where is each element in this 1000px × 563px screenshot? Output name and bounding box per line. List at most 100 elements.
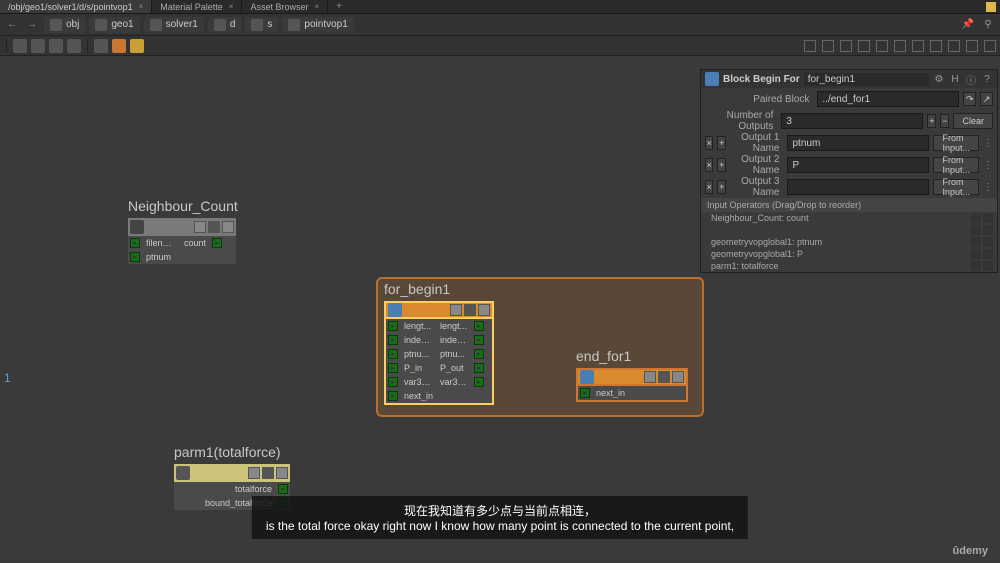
add-button[interactable]: +: [717, 180, 725, 194]
view-list-icon[interactable]: [13, 39, 27, 53]
increase-button[interactable]: +: [927, 114, 936, 128]
find-icon[interactable]: ⚲: [980, 17, 996, 33]
view-grid-icon[interactable]: [67, 39, 81, 53]
tab-pointvop[interactable]: /obj/geo1/solver1/d/s/pointvop1×: [0, 0, 152, 13]
close-icon[interactable]: ×: [229, 2, 234, 11]
tool-g-icon[interactable]: [912, 40, 924, 52]
clear-button[interactable]: Clear: [953, 113, 993, 129]
output-port[interactable]: [474, 349, 484, 359]
output-port[interactable]: [474, 377, 484, 387]
display-icon[interactable]: [112, 39, 126, 53]
breadcrumb-s[interactable]: s: [245, 17, 278, 33]
add-button[interactable]: +: [717, 136, 725, 150]
input-port[interactable]: [388, 335, 398, 345]
close-icon[interactable]: ×: [315, 2, 320, 11]
gear-icon[interactable]: ⚙: [933, 73, 945, 85]
tool-e-icon[interactable]: [876, 40, 888, 52]
search-icon[interactable]: [984, 40, 996, 52]
num-outputs-input[interactable]: [781, 113, 923, 129]
eye-icon[interactable]: [971, 213, 981, 223]
view-network-icon[interactable]: [49, 39, 63, 53]
eye-icon[interactable]: [971, 249, 981, 259]
handle-icon[interactable]: ⋮: [983, 179, 993, 195]
nav-back-icon[interactable]: ←: [4, 17, 20, 33]
output-port[interactable]: [278, 484, 288, 494]
eye-icon[interactable]: [971, 237, 981, 247]
io-list-item[interactable]: parm1: totalforce: [701, 260, 997, 272]
input-port[interactable]: [388, 321, 398, 331]
close-icon[interactable]: ×: [139, 2, 144, 11]
remove-button[interactable]: ×: [705, 180, 713, 194]
output-port[interactable]: [474, 335, 484, 345]
from-input-button[interactable]: From Input...: [933, 135, 979, 151]
io-list-item[interactable]: [701, 224, 997, 236]
input-port[interactable]: [130, 238, 140, 248]
io-list-item[interactable]: Neighbour_Count: count: [701, 212, 997, 224]
link-icon[interactable]: ↷: [963, 92, 976, 106]
paired-block-input[interactable]: [817, 91, 959, 107]
node-flag[interactable]: [644, 371, 656, 383]
node-flag[interactable]: [276, 467, 288, 479]
io-list-item[interactable]: geometryvopglobal1: P: [701, 248, 997, 260]
io-list-item[interactable]: geometryvopglobal1: ptnum: [701, 236, 997, 248]
tool-d-icon[interactable]: [858, 40, 870, 52]
input-port[interactable]: [388, 391, 398, 401]
node-flag[interactable]: [208, 221, 220, 233]
tool-a-icon[interactable]: [804, 40, 816, 52]
remove-button[interactable]: ×: [705, 158, 713, 172]
node-flag[interactable]: [194, 221, 206, 233]
handle-icon[interactable]: ⋮: [983, 157, 993, 173]
node-flag[interactable]: [248, 467, 260, 479]
breadcrumb-d[interactable]: d: [208, 17, 242, 33]
breadcrumb-solver1[interactable]: solver1: [144, 17, 204, 33]
input-port[interactable]: [130, 252, 140, 262]
decrease-button[interactable]: −: [940, 114, 949, 128]
input-port[interactable]: [388, 349, 398, 359]
x-icon[interactable]: [983, 261, 993, 271]
output2-input[interactable]: [787, 157, 929, 173]
output-port[interactable]: [474, 321, 484, 331]
tab-asset[interactable]: Asset Browser×: [242, 0, 328, 13]
remove-button[interactable]: ×: [705, 136, 713, 150]
node-neighbour-count[interactable]: Neighbour_Count filena...count ptnum: [128, 198, 238, 264]
pin-icon[interactable]: 📌: [960, 17, 976, 33]
node-flag[interactable]: [658, 371, 670, 383]
eye-icon[interactable]: [971, 261, 981, 271]
tool-i-icon[interactable]: [948, 40, 960, 52]
tool-c-icon[interactable]: [840, 40, 852, 52]
tool-j-icon[interactable]: [966, 40, 978, 52]
houdini-icon[interactable]: H: [949, 73, 961, 85]
from-input-button[interactable]: From Input...: [933, 157, 979, 173]
x-icon[interactable]: [983, 249, 993, 259]
tool-h-icon[interactable]: [930, 40, 942, 52]
node-flag[interactable]: [222, 221, 234, 233]
tool-f-icon[interactable]: [894, 40, 906, 52]
input-port[interactable]: [388, 363, 398, 373]
panel-node-name[interactable]: for_begin1: [804, 73, 929, 86]
template-icon[interactable]: [130, 39, 144, 53]
node-end-for[interactable]: end_for1 next_in: [576, 348, 688, 402]
node-for-begin[interactable]: for_begin1 lengt...lengt... index...inde…: [384, 281, 494, 405]
tab-material[interactable]: Material Palette×: [152, 0, 242, 13]
node-flag[interactable]: [478, 304, 490, 316]
x-icon[interactable]: [983, 213, 993, 223]
breadcrumb-pointvop1[interactable]: pointvop1: [282, 17, 353, 33]
breadcrumb-obj[interactable]: obj: [44, 17, 85, 33]
view-tree-icon[interactable]: [31, 39, 45, 53]
tab-add-button[interactable]: +: [328, 1, 350, 12]
layout-icon[interactable]: [94, 39, 108, 53]
output-port[interactable]: [212, 238, 222, 248]
eye-icon[interactable]: [971, 225, 981, 235]
output-port[interactable]: [474, 363, 484, 373]
help-icon[interactable]: ?: [981, 73, 993, 85]
node-flag[interactable]: [450, 304, 462, 316]
nav-forward-icon[interactable]: →: [24, 17, 40, 33]
input-port[interactable]: [580, 388, 590, 398]
node-flag[interactable]: [262, 467, 274, 479]
x-icon[interactable]: [983, 237, 993, 247]
info-icon[interactable]: ⓘ: [965, 73, 977, 85]
jump-icon[interactable]: ↗: [980, 92, 993, 106]
from-input-button[interactable]: From Input...: [933, 179, 979, 195]
output1-input[interactable]: [787, 135, 929, 151]
x-icon[interactable]: [983, 225, 993, 235]
